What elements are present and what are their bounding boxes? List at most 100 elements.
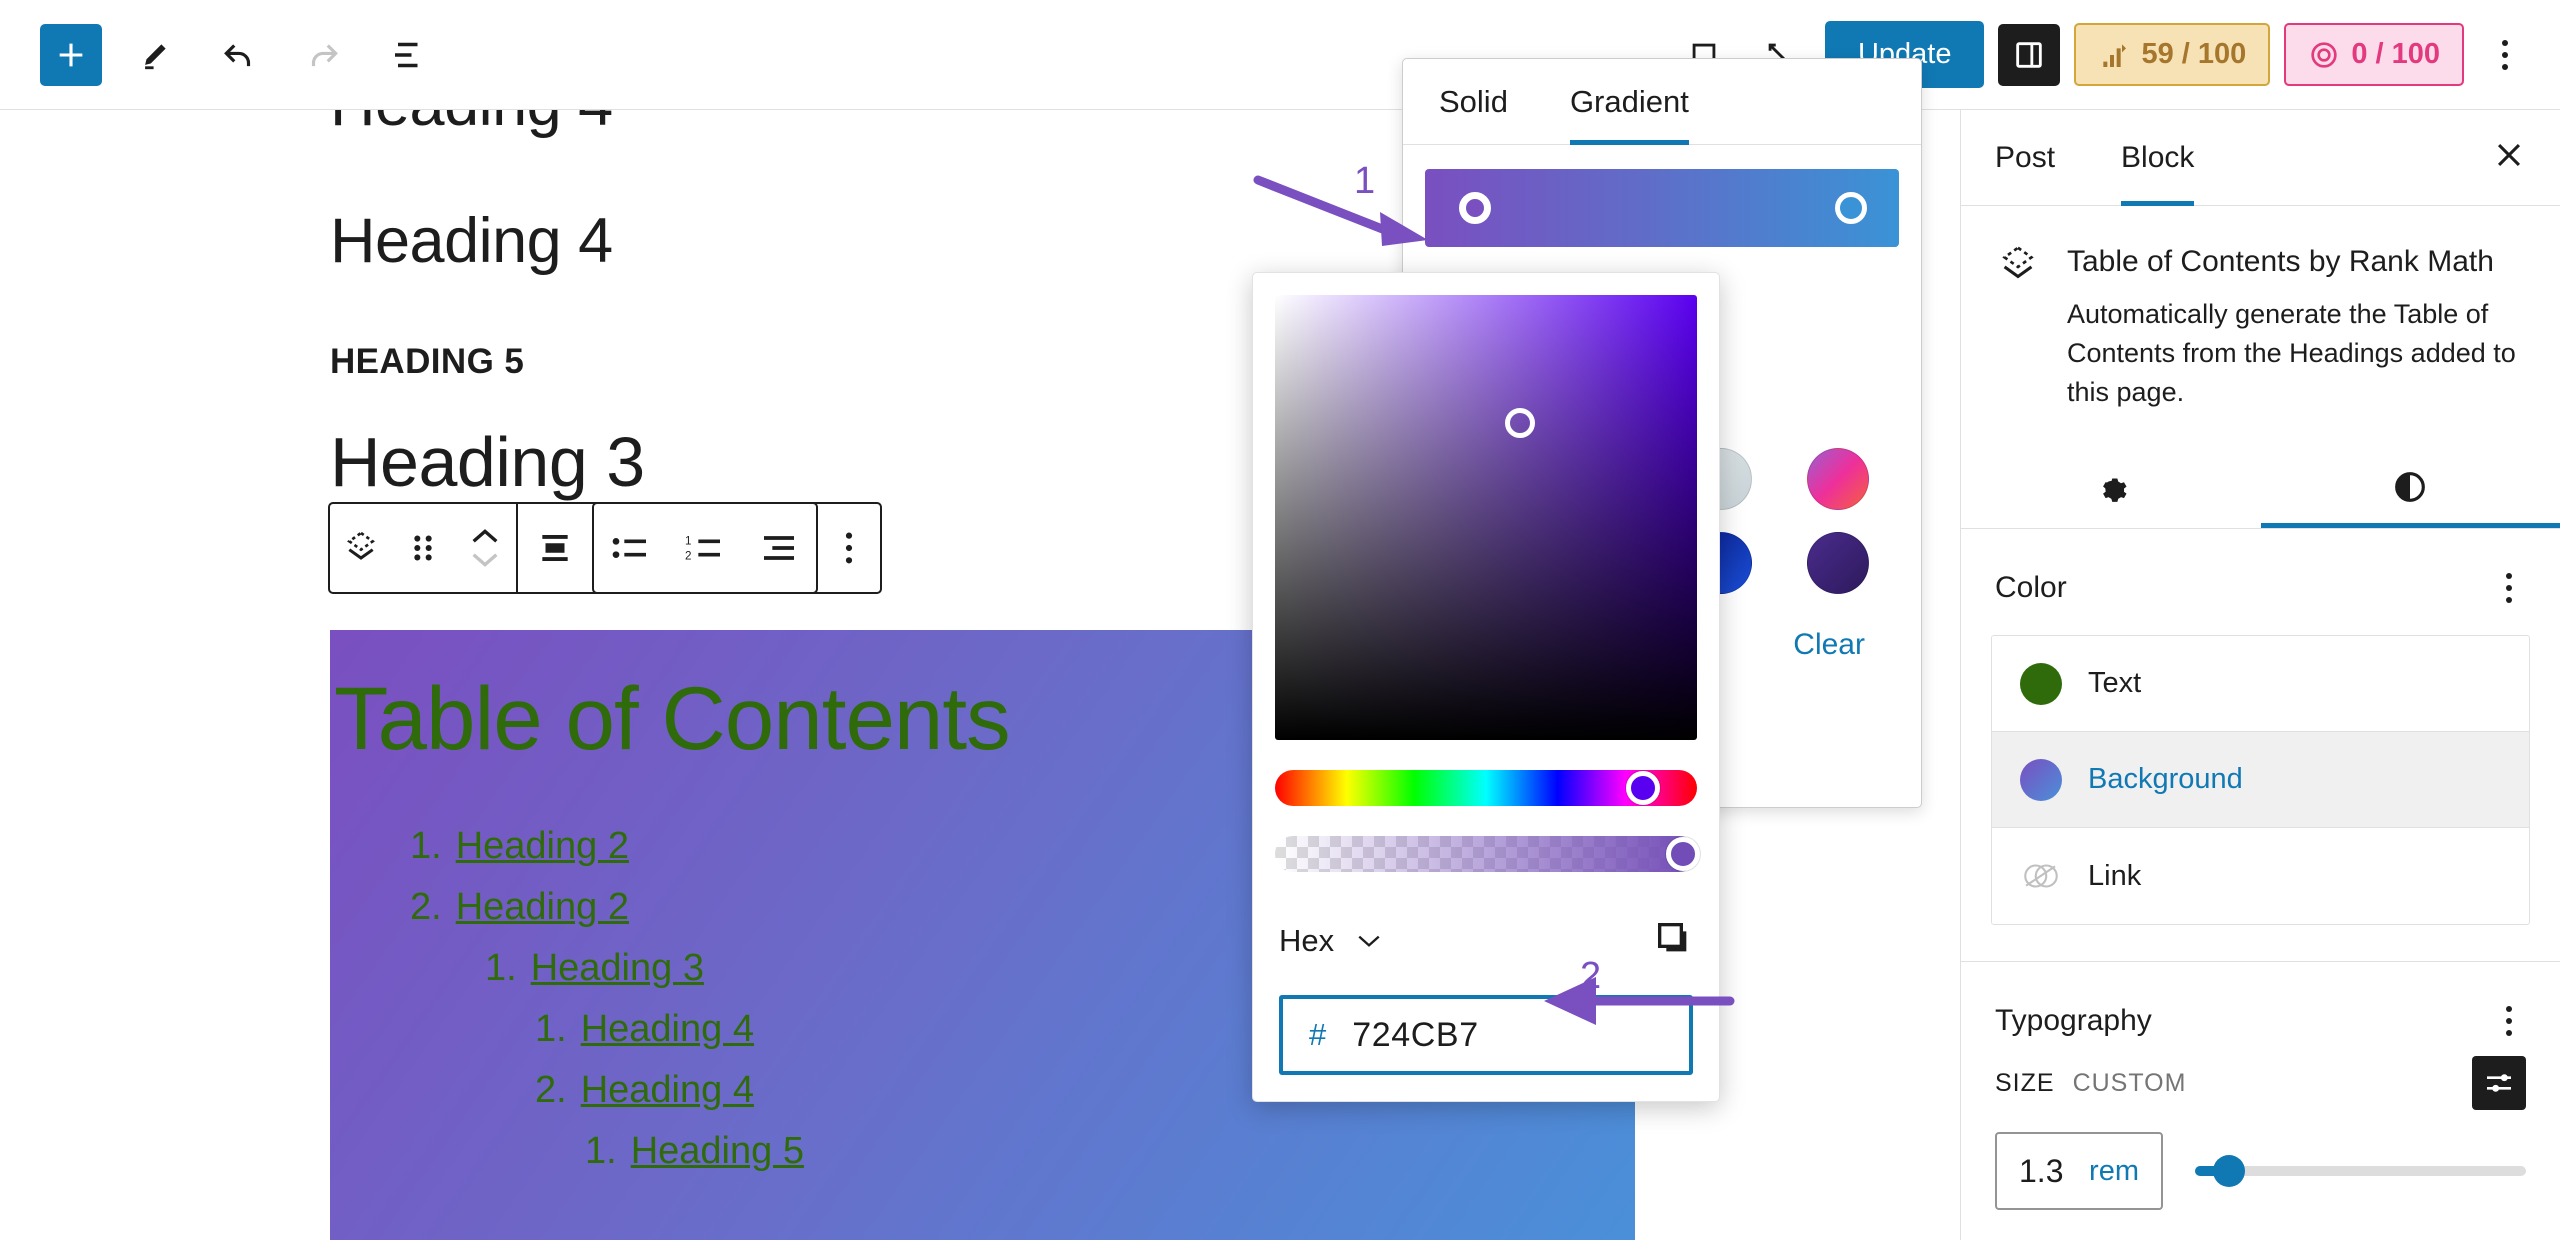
hue-slider[interactable] <box>1275 770 1697 806</box>
toc-item-link[interactable]: Heading 2 <box>456 886 629 928</box>
toc-item-link[interactable]: Heading 5 <box>631 1131 804 1172</box>
sidebar-tabs: Post Block <box>1961 110 2560 206</box>
gradient-popover-tabs: Solid Gradient <box>1403 59 1921 145</box>
hue-slider-thumb[interactable] <box>1626 771 1660 805</box>
tab-gradient[interactable]: Gradient <box>1569 59 1689 145</box>
ordered-list-button[interactable]: 1 2 <box>668 504 742 592</box>
heading-4-second[interactable]: Heading 4 <box>330 205 613 277</box>
annotation-label-1: 1 <box>1354 160 1376 202</box>
ai-target-icon <box>2311 41 2337 68</box>
dot <box>2506 1030 2512 1037</box>
toc-item-link[interactable]: Heading 4 <box>581 1008 754 1050</box>
add-block-button[interactable] <box>40 23 102 86</box>
styles-contrast-icon <box>2395 472 2426 503</box>
seo-score-badge[interactable]: 59 / 100 <box>2074 23 2271 86</box>
settings-sidebar: Post Block Table of Contents by Rank Mat… <box>1960 110 2560 1240</box>
ordered-list-icon: 1 2 <box>685 535 720 563</box>
gradient-stop-left[interactable] <box>1459 192 1491 224</box>
align-icon <box>542 535 568 561</box>
gradient-preset-4[interactable] <box>1806 448 1869 510</box>
toc-item-link[interactable]: Heading 4 <box>581 1069 754 1111</box>
color-picker-popover: Hex # 724CB7 <box>1252 272 1720 1102</box>
toc-item-number: 1. <box>585 1130 617 1173</box>
toc-item-link[interactable]: Heading 2 <box>456 825 629 867</box>
block-info: Table of Contents by Rank Math Automatic… <box>1961 206 2560 412</box>
color-format-select[interactable]: Hex <box>1279 923 1382 959</box>
block-description: Automatically generate the Table of Cont… <box>2067 299 2516 408</box>
color-section-options-button[interactable] <box>2492 567 2526 609</box>
saturation-value-area[interactable] <box>1275 295 1697 740</box>
heading-4-top[interactable]: Heading 4 <box>330 110 613 140</box>
color-row-label: Link <box>2088 859 2142 892</box>
font-size-input[interactable]: 1.3 rem <box>1995 1132 2163 1211</box>
redo-button[interactable] <box>292 24 354 86</box>
font-size-slider[interactable] <box>2195 1155 2526 1188</box>
color-row-link[interactable]: Link <box>1992 828 2529 924</box>
gradient-preview-bar[interactable] <box>1425 169 1899 247</box>
link-unset-icon[interactable] <box>2020 855 2062 897</box>
list-view-button[interactable] <box>376 24 438 86</box>
font-size-advanced-button[interactable] <box>2472 1056 2526 1111</box>
color-row-text[interactable]: Text <box>1992 636 2529 733</box>
undo-button[interactable] <box>208 24 270 86</box>
copy-icon <box>1658 923 1687 952</box>
text-color-swatch[interactable] <box>2020 662 2062 705</box>
close-icon <box>2497 143 2521 167</box>
drag-handle-button[interactable] <box>392 504 454 592</box>
sidebar-inner-tabs <box>1961 446 2560 530</box>
gradient-preset-8[interactable] <box>1806 532 1869 594</box>
plus-icon <box>59 43 83 66</box>
list-item[interactable]: 1. Heading 5 <box>330 1121 1635 1182</box>
color-format-row: Hex <box>1279 918 1693 963</box>
redo-icon <box>311 43 338 66</box>
ai-score-value: 0 / 100 <box>2351 38 2440 70</box>
toc-item-link[interactable]: Heading 3 <box>531 947 704 989</box>
tab-styles[interactable] <box>2260 446 2560 529</box>
color-section-title: Color <box>1995 571 2067 605</box>
background-color-swatch[interactable] <box>2020 758 2062 801</box>
alpha-slider[interactable] <box>1275 836 1700 872</box>
unordered-list-button[interactable] <box>594 504 668 592</box>
indent-button[interactable] <box>742 504 816 592</box>
hash-symbol: # <box>1309 1017 1327 1052</box>
gear-icon <box>2102 478 2127 503</box>
toc-item-number: 2. <box>410 885 442 928</box>
move-up-icon[interactable] <box>468 526 502 548</box>
svg-text:2: 2 <box>685 550 691 563</box>
color-row-background[interactable]: Background <box>1992 732 2529 829</box>
move-down-icon[interactable] <box>468 548 502 570</box>
hex-input[interactable]: # 724CB7 <box>1279 995 1693 1075</box>
tab-post[interactable]: Post <box>1995 110 2055 206</box>
block-more-options-button[interactable] <box>818 504 880 592</box>
block-type-button[interactable] <box>330 504 392 592</box>
heading-5[interactable]: HEADING 5 <box>330 342 524 382</box>
tab-block[interactable]: Block <box>2121 110 2195 206</box>
color-section-header: Color <box>1961 529 2560 609</box>
edit-pencil-button[interactable] <box>124 24 186 86</box>
toc-item-number: 1. <box>485 946 517 989</box>
edit-pencil-icon <box>145 43 166 69</box>
copy-color-button[interactable] <box>1653 918 1693 963</box>
gradient-stop-right[interactable] <box>1835 192 1867 224</box>
alpha-slider-thumb[interactable] <box>1666 837 1700 871</box>
dot <box>2506 1006 2512 1013</box>
tab-solid[interactable]: Solid <box>1439 59 1508 145</box>
close-sidebar-button[interactable] <box>2492 138 2526 177</box>
dot <box>2502 51 2508 58</box>
typography-section-options-button[interactable] <box>2492 1000 2526 1042</box>
drag-handle-icon <box>414 535 432 561</box>
color-rows: Text Background Link <box>1991 635 2530 926</box>
dot <box>2506 573 2512 580</box>
settings-sidebar-toggle[interactable] <box>1998 23 2061 86</box>
align-button[interactable] <box>518 504 592 592</box>
editor-options-button[interactable] <box>2478 24 2532 86</box>
ai-score-badge[interactable]: 0 / 100 <box>2284 23 2464 86</box>
font-size-unit[interactable]: rem <box>2089 1155 2139 1188</box>
heading-3[interactable]: Heading 3 <box>330 422 645 502</box>
size-label: SIZE <box>1995 1068 2055 1097</box>
color-row-label: Background <box>2088 763 2243 796</box>
dot <box>2506 597 2512 604</box>
tab-settings[interactable] <box>1961 446 2261 528</box>
saturation-handle[interactable] <box>1505 408 1535 438</box>
slider-knob[interactable] <box>2213 1155 2245 1188</box>
